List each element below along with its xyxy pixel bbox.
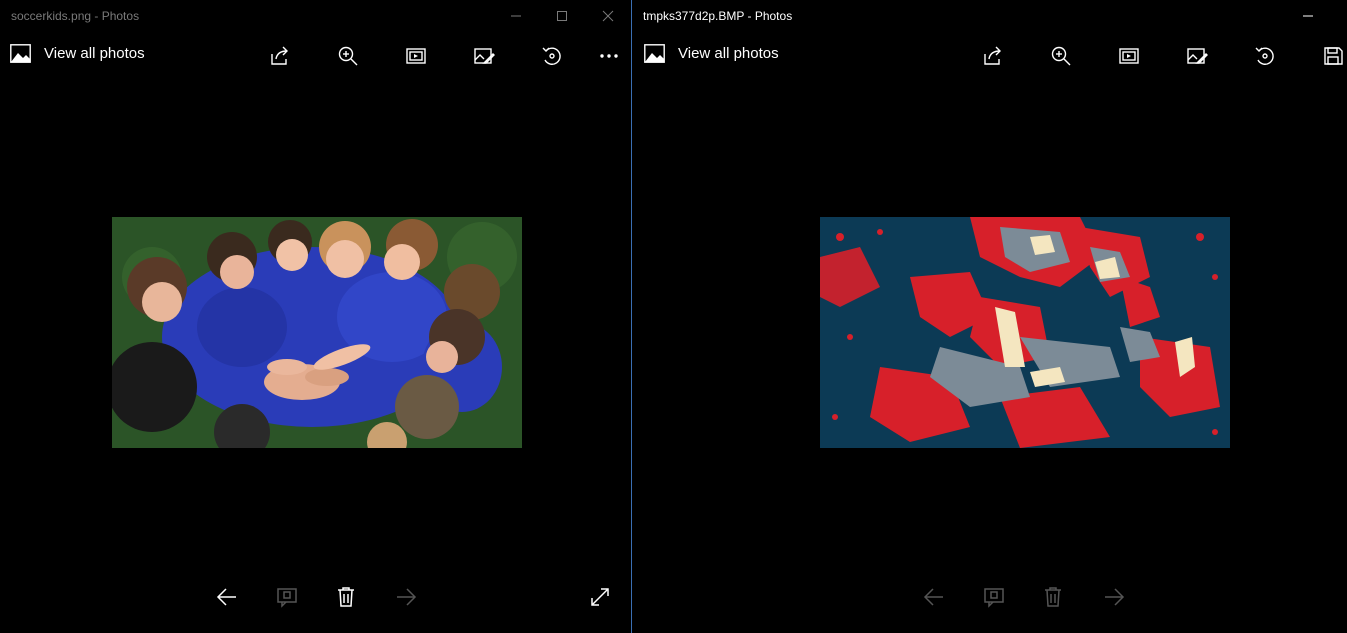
- maximize-icon: [557, 11, 567, 21]
- toolbar: View all photos: [0, 32, 631, 80]
- bottom-bar: [632, 584, 1347, 614]
- delete-icon[interactable]: [333, 584, 359, 610]
- photo-gallery-icon: [10, 44, 31, 63]
- close-button[interactable]: [585, 0, 631, 32]
- photos-window-right[interactable]: tmpks377d2p.BMP - Photos View all photos: [631, 0, 1347, 633]
- desktop: soccerkids.png - Photos View all photos …: [0, 0, 1347, 633]
- zoom-in-icon[interactable]: [1049, 44, 1073, 68]
- view-all-photos-label: View all photos: [44, 45, 145, 62]
- view-all-photos-label: View all photos: [678, 45, 779, 62]
- share-icon[interactable]: [981, 44, 1005, 68]
- caption-buttons: [493, 0, 631, 32]
- zoom-in-icon[interactable]: [336, 44, 360, 68]
- next-arrow-icon: [393, 584, 419, 610]
- rotate-icon[interactable]: [540, 44, 564, 68]
- title-bar[interactable]: soccerkids.png - Photos: [0, 0, 631, 32]
- bottom-bar: [0, 584, 631, 614]
- window-title: soccerkids.png - Photos: [11, 9, 140, 23]
- maximize-button[interactable]: [539, 0, 585, 32]
- delete-icon: [1040, 584, 1066, 610]
- share-icon[interactable]: [268, 44, 292, 68]
- rotate-icon[interactable]: [1253, 44, 1277, 68]
- previous-arrow-icon: [921, 584, 947, 610]
- minimize-button[interactable]: [1285, 0, 1331, 32]
- maximize-button[interactable]: [1331, 0, 1347, 32]
- minimize-button[interactable]: [493, 0, 539, 32]
- photos-window-left[interactable]: soccerkids.png - Photos View all photos: [0, 0, 631, 633]
- save-icon[interactable]: [1321, 44, 1345, 68]
- view-all-photos-button[interactable]: View all photos: [644, 44, 779, 63]
- more-icon[interactable]: [597, 44, 621, 68]
- slideshow-icon[interactable]: [1117, 44, 1141, 68]
- edit-create-icon[interactable]: [1185, 44, 1209, 68]
- edit-create-icon[interactable]: [472, 44, 496, 68]
- next-arrow-icon: [1101, 584, 1127, 610]
- slideshow-icon[interactable]: [404, 44, 428, 68]
- compare-icon: [981, 584, 1007, 610]
- minimize-icon: [1303, 15, 1313, 17]
- photo-soccer-kids: [112, 217, 522, 448]
- photo-posterized: [820, 217, 1230, 448]
- toolbar: View all photos: [632, 32, 1347, 80]
- fullscreen-icon[interactable]: [587, 584, 613, 610]
- close-icon: [602, 10, 614, 22]
- compare-icon: [274, 584, 300, 610]
- caption-buttons: [1285, 0, 1347, 32]
- title-bar[interactable]: tmpks377d2p.BMP - Photos: [632, 0, 1347, 32]
- minimize-icon: [511, 15, 521, 17]
- photo-gallery-icon: [644, 44, 665, 63]
- window-title: tmpks377d2p.BMP - Photos: [643, 9, 793, 23]
- view-all-photos-button[interactable]: View all photos: [10, 44, 145, 63]
- previous-arrow-icon[interactable]: [214, 584, 240, 610]
